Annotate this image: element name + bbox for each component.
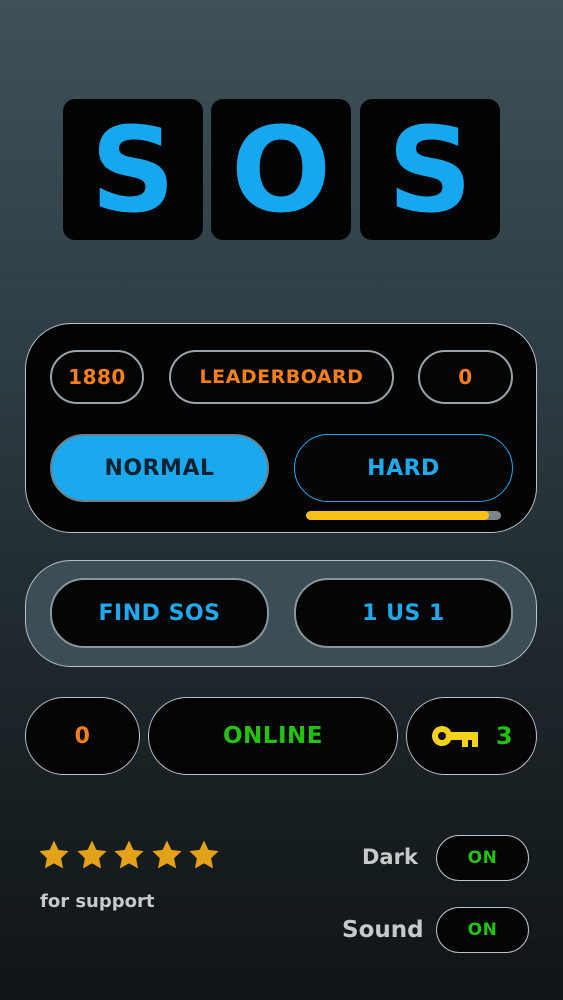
online-button[interactable]: ONLINE <box>148 697 398 775</box>
rank-badge: 0 <box>418 350 513 404</box>
hard-difficulty-button[interactable]: HARD <box>294 434 513 502</box>
keys-badge[interactable]: 3 <box>406 697 537 775</box>
star-icon[interactable] <box>37 838 71 872</box>
find-sos-button[interactable]: FIND SOS <box>50 578 269 648</box>
hard-progress-fill <box>306 511 490 520</box>
title-tile-s2: S <box>360 99 500 240</box>
dark-label: Dark <box>362 845 418 869</box>
support-label: for support <box>40 891 155 912</box>
leaderboard-button[interactable]: LEADERBOARD <box>169 350 394 404</box>
score-badge: 1880 <box>50 350 144 404</box>
star-icon[interactable] <box>187 838 221 872</box>
title-tile-o: O <box>211 99 351 240</box>
sound-toggle[interactable]: ON <box>436 907 529 953</box>
hard-progress-bar <box>306 511 501 520</box>
star-icon[interactable] <box>112 838 146 872</box>
key-icon <box>430 723 480 749</box>
title-tile-s1: S <box>63 99 203 240</box>
normal-difficulty-button[interactable]: NORMAL <box>50 434 269 502</box>
sound-label: Sound <box>342 917 424 943</box>
dark-toggle[interactable]: ON <box>436 835 529 881</box>
one-vs-one-button[interactable]: 1 US 1 <box>294 578 513 648</box>
star-icon[interactable] <box>150 838 184 872</box>
star-icon[interactable] <box>75 838 109 872</box>
keys-count: 3 <box>495 722 514 750</box>
online-count-badge: 0 <box>25 697 140 775</box>
